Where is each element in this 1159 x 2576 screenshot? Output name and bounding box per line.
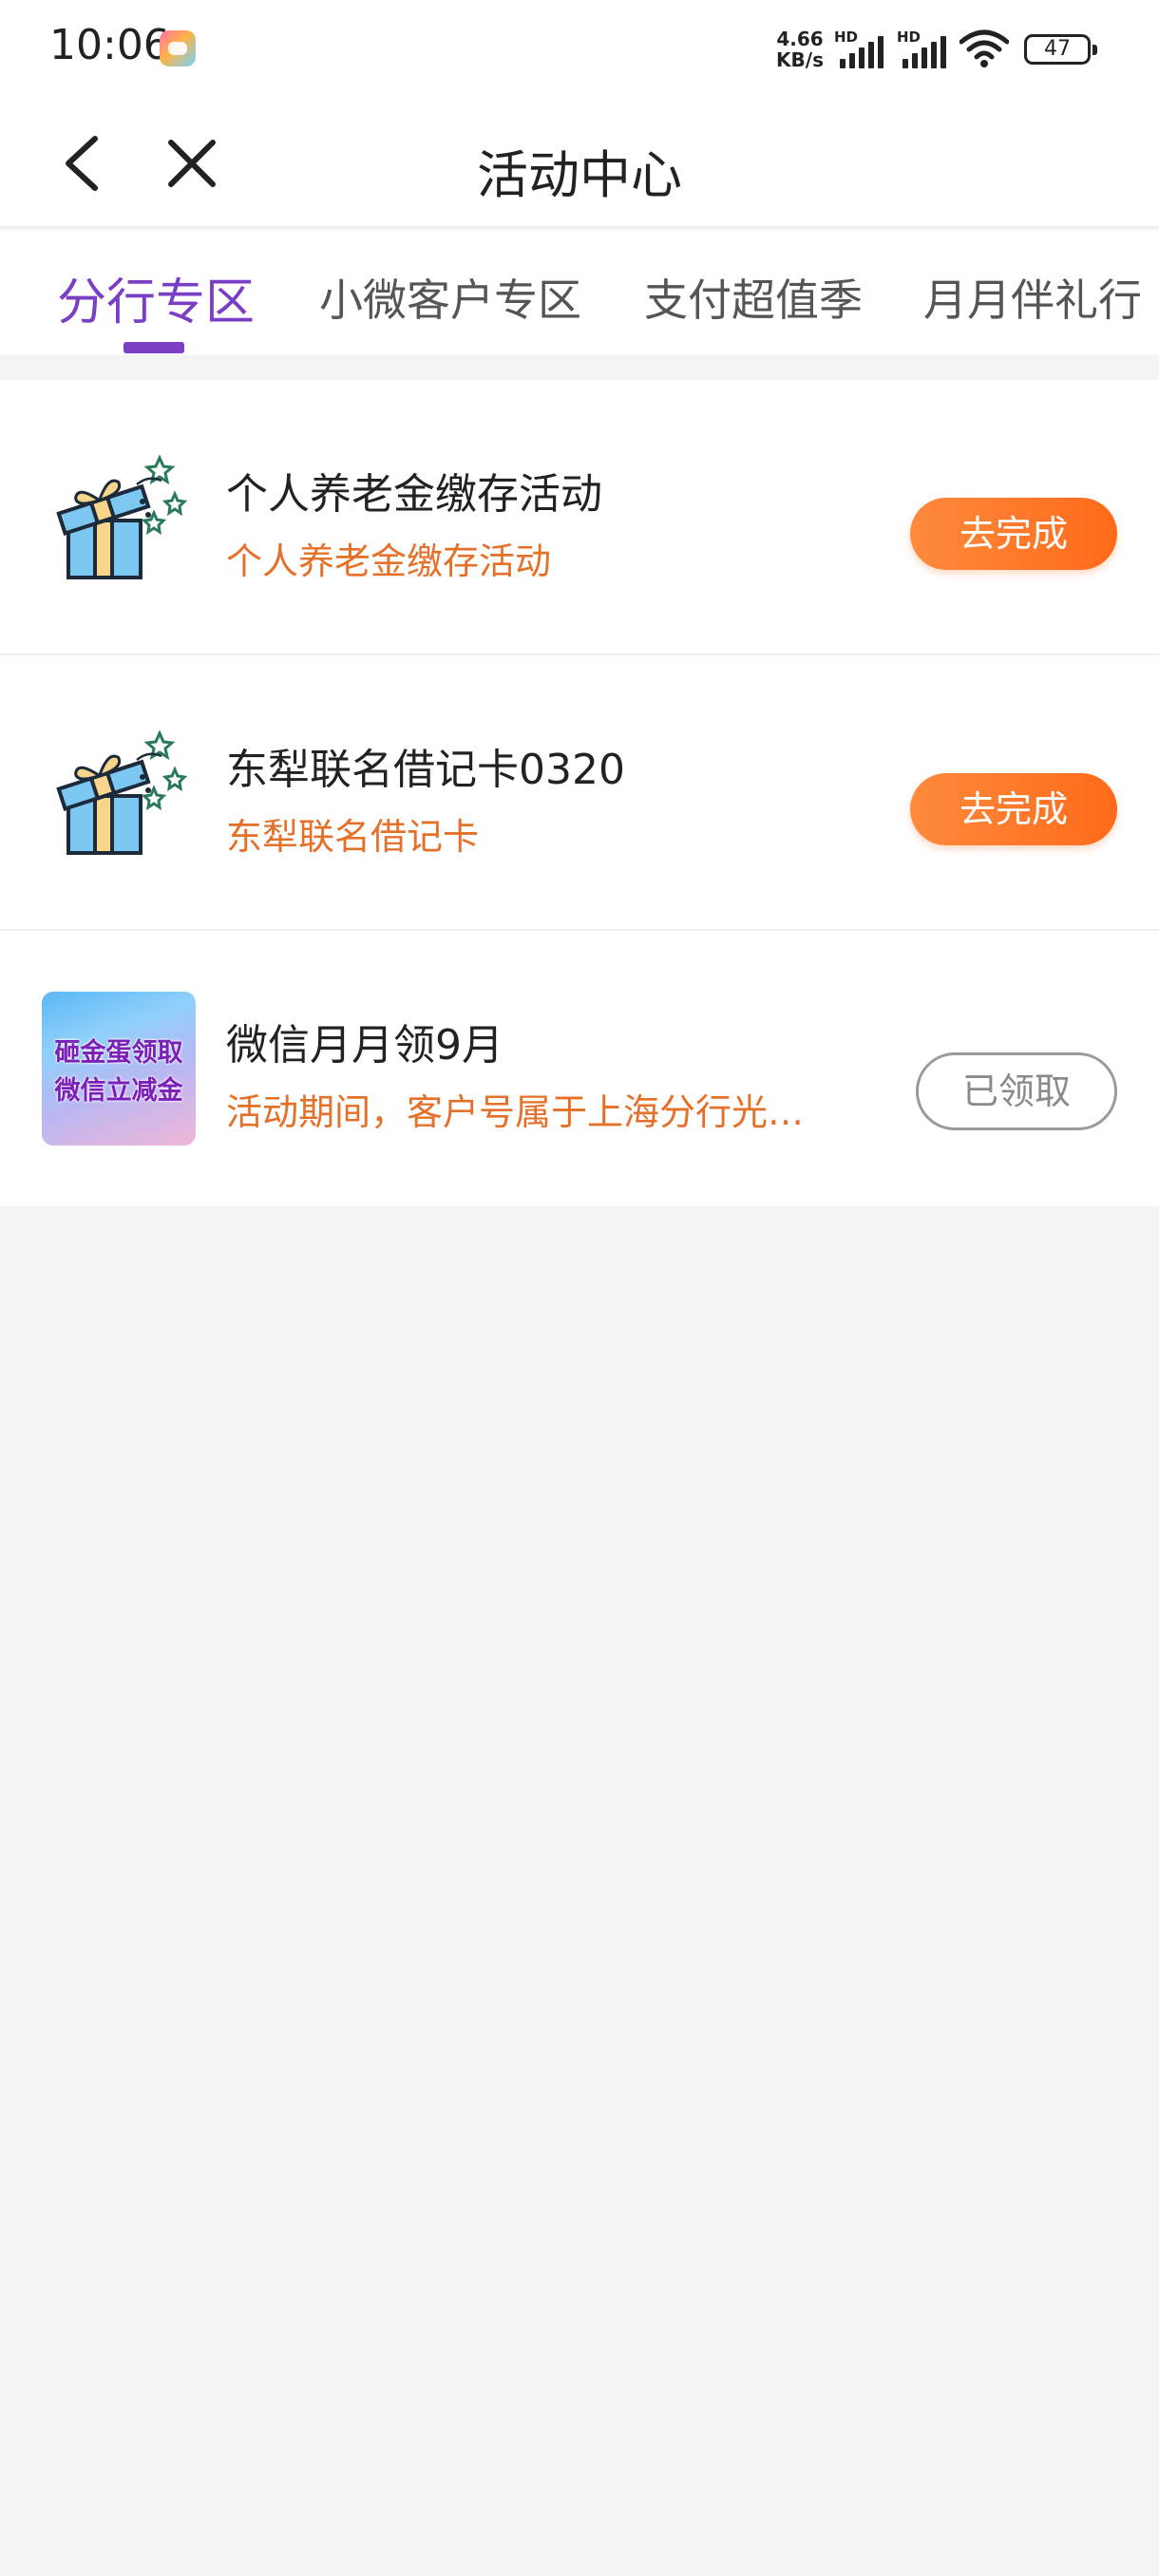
gift-box-icon <box>56 454 188 579</box>
activity-list: 个人养老金缴存活动 个人养老金缴存活动 去完成 东犁联名借记卡0320 东犁联名… <box>0 380 1159 1206</box>
tab-monthly-gift[interactable]: 月月伴礼行 <box>923 266 1142 329</box>
activity-subtitle: 活动期间，客户号属于上海分行光… <box>226 1091 805 1133</box>
signal-icon-sim2: HD <box>897 28 950 68</box>
activity-subtitle: 东犁联名借记卡 <box>226 816 480 858</box>
status-bar: 10:06 4.66 KB/s HD HD 47 <box>0 0 1159 99</box>
activity-item-wechat-monthly[interactable]: 砸金蛋领取 微信立减金 微信月月领9月 活动期间，客户号属于上海分行光… 已领取 <box>0 931 1159 1206</box>
go-complete-button[interactable]: 去完成 <box>910 773 1117 845</box>
golden-egg-banner-image: 砸金蛋领取 微信立减金 <box>42 992 196 1146</box>
tab-small-micro-customers[interactable]: 小微客户专区 <box>319 266 581 329</box>
active-tab-indicator <box>124 342 184 353</box>
banner-text-line2: 微信立减金 <box>54 1076 183 1106</box>
game-app-icon <box>160 30 196 66</box>
page-title: 活动中心 <box>477 145 682 205</box>
title-bar: 活动中心 <box>0 99 1159 228</box>
tab-bar: 分行专区 小微客户专区 支付超值季 月月伴礼行 <box>0 230 1159 355</box>
battery-level: 47 <box>1044 37 1071 61</box>
activity-item-debit-card[interactable]: 东犁联名借记卡0320 东犁联名借记卡 去完成 <box>0 655 1159 931</box>
gift-box-icon <box>56 729 188 855</box>
wifi-icon <box>960 29 1009 67</box>
activity-subtitle: 个人养老金缴存活动 <box>226 540 552 582</box>
network-speed-unit: KB/s <box>776 48 824 71</box>
claimed-button[interactable]: 已领取 <box>916 1052 1117 1130</box>
network-speed: 4.66 KB/s <box>771 28 828 70</box>
battery-icon: 47 <box>1024 34 1097 65</box>
activity-title: 东犁联名借记卡0320 <box>226 746 625 794</box>
signal-icon-sim1: HD <box>834 28 887 68</box>
tab-payment-value-season[interactable]: 支付超值季 <box>644 266 863 329</box>
section-divider <box>0 355 1159 380</box>
activity-title: 个人养老金缴存活动 <box>226 470 602 519</box>
go-complete-button[interactable]: 去完成 <box>910 498 1117 570</box>
activity-item-pension[interactable]: 个人养老金缴存活动 个人养老金缴存活动 去完成 <box>0 380 1159 655</box>
banner-text-line1: 砸金蛋领取 <box>54 1038 183 1068</box>
network-speed-value: 4.66 <box>776 28 824 50</box>
tab-branch-zone[interactable]: 分行专区 <box>57 262 255 333</box>
status-time: 10:06 <box>49 21 170 69</box>
activity-title: 微信月月领9月 <box>226 1021 504 1070</box>
